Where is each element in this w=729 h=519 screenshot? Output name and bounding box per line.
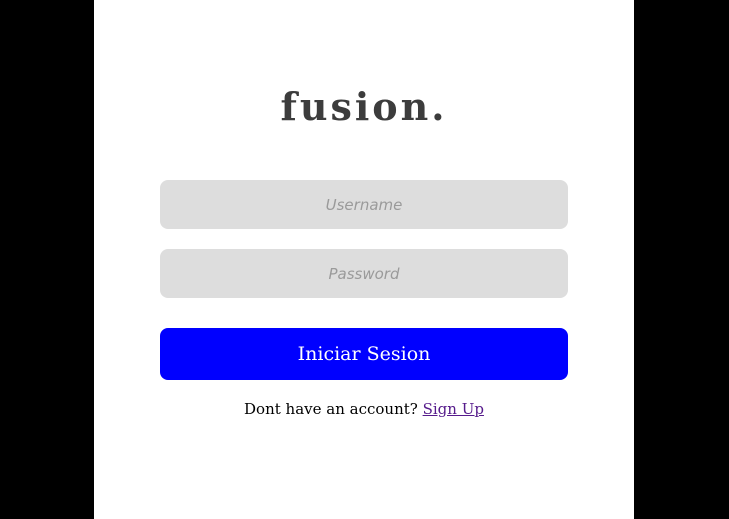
signup-link[interactable]: Sign Up [423, 400, 484, 418]
signup-prompt-row: Dont have an account? Sign Up [94, 399, 634, 419]
login-button[interactable]: Iniciar Sesion [160, 328, 568, 380]
signup-prompt-text: Dont have an account? [244, 400, 418, 418]
username-input[interactable] [160, 180, 568, 229]
brand-logo: fusion. [280, 84, 448, 129]
login-panel: fusion. Iniciar Sesion Dont have an acco… [94, 0, 634, 519]
password-input[interactable] [160, 249, 568, 298]
